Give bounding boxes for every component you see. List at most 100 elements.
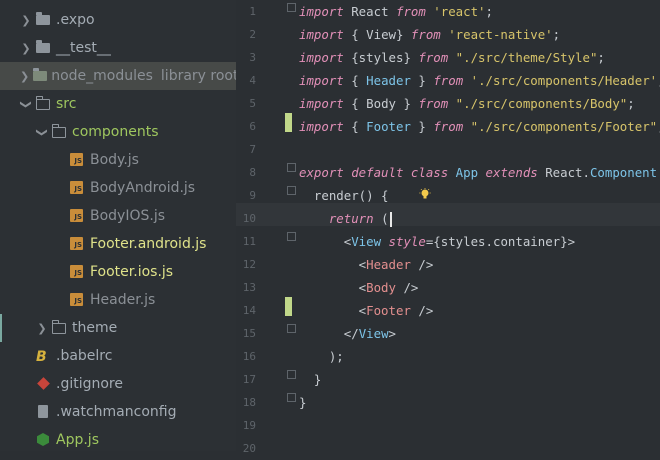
tree-item-bodyios-js[interactable]: JS BodyIOS.js [0, 202, 236, 230]
code-line[interactable]: <Footer /> [299, 299, 434, 322]
fold-marker-icon[interactable] [287, 232, 296, 241]
line-number: 7 [249, 143, 256, 156]
line-number: 6 [249, 120, 256, 133]
line-number: 12 [242, 258, 256, 271]
code-token: React [343, 4, 396, 19]
code-line[interactable]: } [299, 391, 306, 414]
code-token: </ [299, 326, 359, 341]
tree-item-components[interactable]: ❯ components [0, 118, 236, 146]
line-number: 8 [249, 166, 256, 179]
code-line[interactable]: import { Body } from "./src/components/B… [299, 92, 635, 115]
tree-item-label: Header.js [90, 292, 156, 308]
code-line[interactable]: import { Footer } from "./src/components… [299, 115, 660, 138]
tree-item-node-modules[interactable]: ❯ node_modules library root [0, 62, 236, 90]
tree-item-footer-ios-js[interactable]: JS Footer.ios.js [0, 258, 236, 286]
chevron-down-icon[interactable]: ❯ [20, 98, 33, 110]
line-number: 2 [249, 28, 256, 41]
fold-marker-icon[interactable] [287, 370, 296, 379]
js-file-icon: JS [70, 153, 86, 167]
code-token: Footer [366, 119, 411, 134]
code-line[interactable]: render() { [299, 184, 389, 207]
code-token: { [343, 73, 367, 88]
fold-marker-icon[interactable] [287, 393, 296, 402]
code-token: View [358, 326, 389, 341]
code-line[interactable]: export default class App extends React.C… [299, 161, 660, 184]
tree-item-gitignore[interactable]: .gitignore [0, 370, 236, 398]
code-line[interactable]: return ( [299, 207, 392, 230]
code-line[interactable]: <Body /> [299, 276, 419, 299]
code-token: render() { [299, 188, 389, 203]
chevron-right-icon[interactable]: ❯ [20, 14, 32, 27]
code-token: ( [373, 211, 389, 226]
code-line[interactable]: import React from 'react'; [299, 0, 493, 23]
tree-item-expo[interactable]: ❯ .expo [0, 6, 236, 34]
code-token: > [388, 326, 396, 341]
code-line[interactable]: import { Header } from './src/components… [299, 69, 660, 92]
code-token: Header [366, 73, 411, 88]
code-token: ; [597, 50, 605, 65]
code-token: from [433, 119, 464, 134]
fold-marker-icon[interactable] [287, 3, 296, 12]
code-token: "./src/theme/Style" [448, 50, 598, 65]
fold-marker-icon[interactable] [287, 186, 296, 195]
code-line[interactable]: import {styles} from "./src/theme/Style"… [299, 46, 605, 69]
tree-item-label: Footer.ios.js [90, 264, 174, 280]
tree-item-label: BodyAndroid.js [90, 180, 196, 196]
folder-icon [36, 40, 52, 55]
tree-item-header-js[interactable]: JS Header.js [0, 286, 236, 314]
line-number: 15 [242, 327, 256, 340]
tree-item-label: node_modules [51, 68, 153, 84]
tree-item-bodyandroid-js[interactable]: JS BodyAndroid.js [0, 174, 236, 202]
chevron-right-icon[interactable]: ❯ [20, 42, 32, 55]
chevron-right-icon[interactable]: ❯ [20, 70, 29, 83]
code-token: < [299, 280, 367, 295]
tree-item-watchmanconfig[interactable]: .watchmanconfig [0, 398, 236, 426]
code-token: 'react-native' [440, 27, 553, 42]
code-token: import [299, 4, 344, 19]
line-number: 16 [242, 350, 256, 363]
fold-marker-icon[interactable] [287, 324, 296, 333]
code-token: import [299, 96, 344, 111]
code-token: {styles} [343, 50, 419, 65]
code-token: < [299, 257, 367, 272]
code-line[interactable]: <Header /> [299, 253, 434, 276]
tree-item-theme[interactable]: ❯ theme [0, 314, 236, 342]
chevron-right-icon[interactable]: ❯ [36, 322, 48, 335]
code-token: } [299, 372, 322, 387]
tree-item-test[interactable]: ❯ __test__ [0, 34, 236, 62]
code-editor[interactable]: 1 2 3 4 5 6 7 8 9 10 11 12 13 14 15 16 17 18 19 20 import R… [236, 0, 660, 455]
tree-item-babelrc[interactable]: B .babelrc [0, 342, 236, 370]
tree-item-body-js[interactable]: JS Body.js [0, 146, 236, 174]
tree-item-src[interactable]: ❯ src [0, 90, 236, 118]
library-root-badge: library root [160, 68, 236, 84]
code-token: export default class [299, 165, 449, 180]
line-number: 20 [242, 442, 256, 455]
code-line[interactable]: ); [299, 345, 344, 368]
code-token: Footer [366, 303, 411, 318]
code-token: View [351, 234, 382, 249]
code-line[interactable]: } [299, 368, 321, 391]
change-marker [285, 113, 292, 132]
code-line[interactable]: <View style={styles.container}> [299, 230, 575, 253]
library-folder-icon [33, 68, 48, 83]
lightbulb-icon[interactable] [419, 188, 431, 200]
chevron-down-icon[interactable]: ❯ [36, 126, 49, 138]
folder-icon [36, 12, 52, 27]
code-line[interactable]: </View> [299, 322, 396, 345]
code-line[interactable]: import { View} from 'react-native'; [299, 23, 560, 46]
code-token: /> [395, 280, 419, 295]
tree-item-label: .expo [56, 12, 95, 28]
fold-marker-icon[interactable] [287, 163, 296, 172]
file-icon [36, 405, 52, 419]
tree-item-app-js[interactable]: App.js [0, 426, 236, 451]
code-token: from [395, 4, 426, 19]
tree-item-footer-android-js[interactable]: JS Footer.android.js [0, 230, 236, 258]
tree-item-label: BodyIOS.js [90, 208, 166, 224]
code-token: './src/components/Header' [463, 73, 658, 88]
code-token: /> [410, 257, 434, 272]
line-number: 10 [242, 212, 256, 225]
code-token: App [455, 165, 479, 180]
code-token: Header [366, 257, 411, 272]
